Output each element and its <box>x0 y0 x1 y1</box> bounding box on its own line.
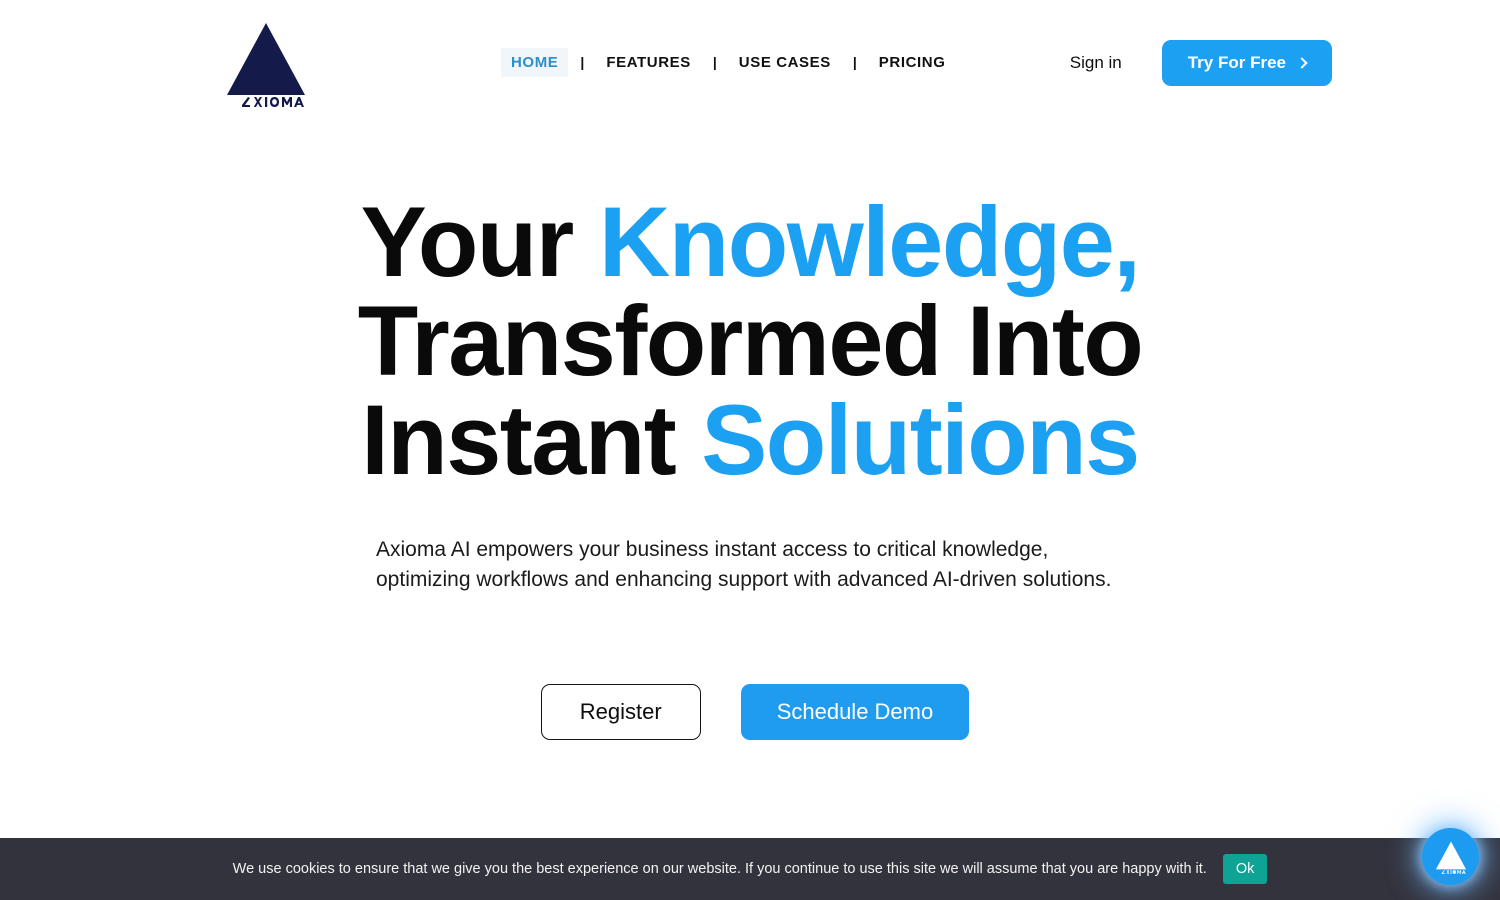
hero-cta-row: Register Schedule Demo <box>0 683 1500 740</box>
hero-title: Your Knowledge, Transformed Into Instant… <box>230 192 1270 489</box>
nav-separator: | <box>580 54 585 70</box>
hero-title-part-4: Solutions <box>701 384 1140 495</box>
axioma-triangle-logo <box>227 23 305 107</box>
chevron-right-icon <box>1296 56 1308 69</box>
hero-subtitle: Axioma AI empowers your business instant… <box>376 538 1112 592</box>
hero-title-part-1: Your <box>360 186 599 297</box>
axioma-logo-icon <box>1435 841 1466 874</box>
header-actions: Sign in Try For Free <box>1070 40 1332 86</box>
cookie-accept-button[interactable]: Ok <box>1222 854 1268 884</box>
chat-widget-button[interactable] <box>1422 828 1479 885</box>
register-button[interactable]: Register <box>540 683 701 740</box>
try-for-free-button[interactable]: Try For Free <box>1161 40 1332 86</box>
nav-item-pricing[interactable]: PRICING <box>869 48 956 77</box>
cookie-consent-banner: We use cookies to ensure that we give yo… <box>0 838 1500 900</box>
nav-item-use-cases[interactable]: USE CASES <box>729 48 841 77</box>
site-header: HOME | FEATURES | USE CASES | PRICING Si… <box>0 0 1500 126</box>
main-navigation: HOME | FEATURES | USE CASES | PRICING <box>501 47 956 77</box>
nav-separator: | <box>712 54 717 70</box>
hero-section: Your Knowledge, Transformed Into Instant… <box>0 126 1500 740</box>
hero-title-part-2: Knowledge, <box>598 186 1141 297</box>
try-for-free-label: Try For Free <box>1187 53 1286 72</box>
nav-item-features[interactable]: FEATURES <box>596 48 701 77</box>
nav-item-home[interactable]: HOME <box>501 47 569 77</box>
sign-in-link[interactable]: Sign in <box>1070 53 1122 73</box>
cookie-message: We use cookies to ensure that we give yo… <box>232 860 1207 877</box>
logo-link[interactable] <box>226 19 306 107</box>
nav-separator: | <box>852 54 857 70</box>
schedule-demo-button[interactable]: Schedule Demo <box>740 683 970 740</box>
